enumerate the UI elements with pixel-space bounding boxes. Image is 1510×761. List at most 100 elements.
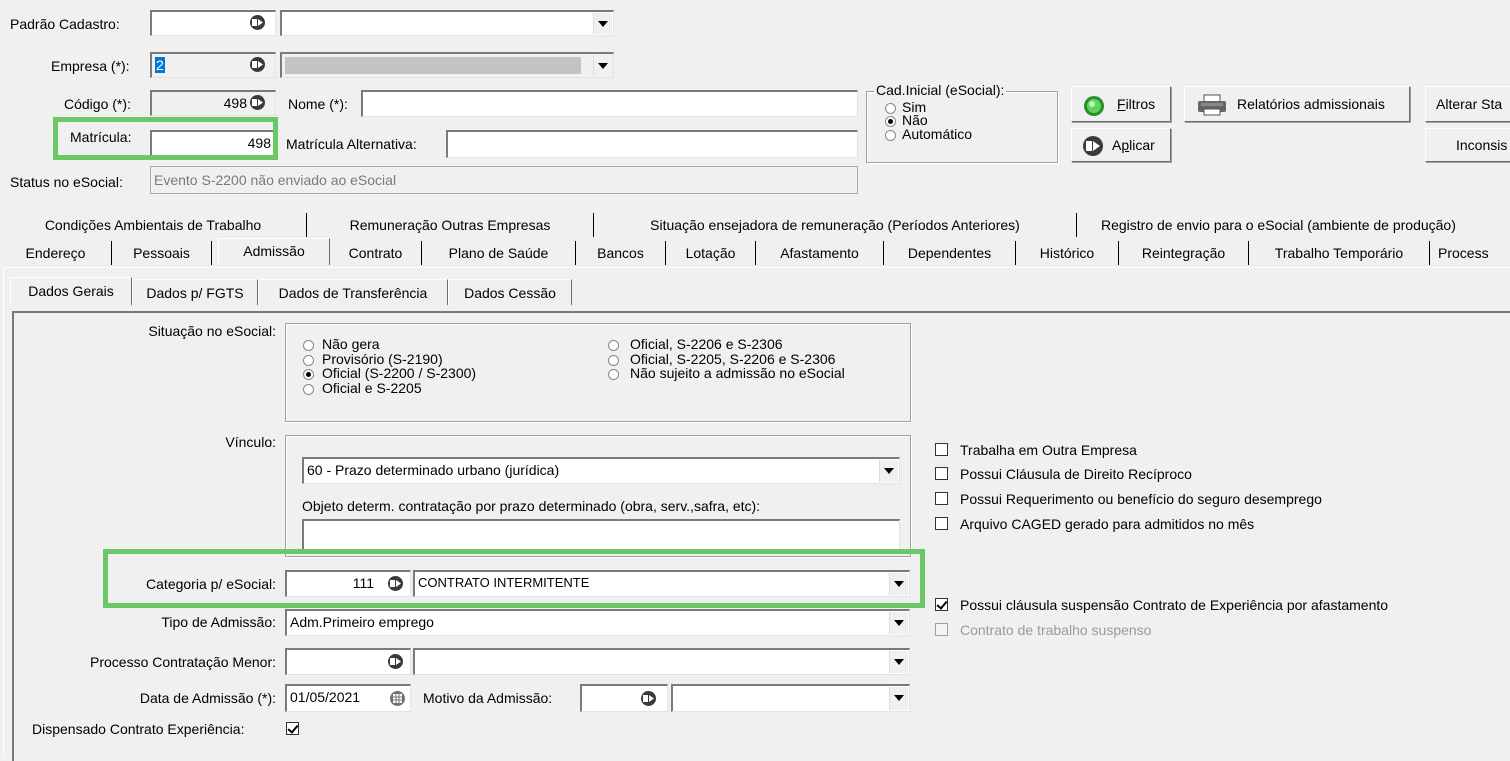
processo-menor-label: Processo Contratação Menor: [90, 654, 276, 670]
tab-contrato[interactable]: Contrato [330, 241, 422, 265]
dispensado-label: Dispensado Contrato Experiência: [32, 721, 245, 737]
processo-menor-lookup-icon[interactable] [387, 653, 404, 670]
empresa-name-select[interactable] [280, 52, 614, 78]
situacao-nao-gera-radio[interactable] [303, 340, 314, 351]
categoria-highlight-box [103, 549, 925, 608]
situacao-oficial-s2205-radio[interactable] [303, 384, 314, 395]
chevron-down-icon[interactable] [889, 612, 908, 634]
contrato-suspenso-checkbox [935, 623, 948, 636]
seguro-desemprego-checkbox[interactable] [935, 492, 948, 505]
cad-inicial-title: Cad.Inicial (eSocial): [874, 82, 1007, 98]
chevron-down-icon[interactable] [593, 55, 612, 76]
filtros-mnemonic: F [1117, 96, 1126, 112]
arquivo-caged-checkbox[interactable] [935, 517, 948, 530]
situacao-s2206-label: Oficial, S-2206 e S-2306 [630, 336, 783, 352]
tab-situacao-ensejadora[interactable]: Situação ensejadora de remuneração (Perí… [594, 213, 1077, 237]
tab-reintegracao[interactable]: Reintegração [1119, 241, 1249, 265]
situacao-nao-sujeito-radio[interactable] [608, 369, 619, 380]
clausula-suspensao-label: Possui cláusula suspensão Contrato de Ex… [960, 597, 1389, 613]
tab-dependentes[interactable]: Dependentes [884, 241, 1016, 265]
motivo-admissao-label: Motivo da Admissão: [423, 690, 553, 706]
clausula-suspensao-checkbox[interactable] [935, 598, 948, 611]
cad-inicial-nao-radio[interactable] [885, 116, 896, 127]
tab-lotacao[interactable]: Lotação [666, 241, 756, 265]
situacao-nao-sujeito-label: Não sujeito a admissão no eSocial [630, 365, 845, 381]
subtab-dados-fgts[interactable]: Dados p/ FGTS [132, 279, 258, 305]
subtab-dados-cessao[interactable]: Dados Cessão [448, 279, 572, 305]
tab-row-1: Condições Ambientais de Trabalho Remuner… [0, 213, 1510, 237]
tab-row-2: Endereço Pessoais Admissão Contrato Plan… [0, 238, 1510, 265]
padrao-cadastro-label: Padrão Cadastro: [10, 16, 120, 32]
calendar-icon[interactable] [389, 690, 406, 707]
tipo-admissao-value: Adm.Primeiro emprego [290, 614, 434, 630]
filtros-button[interactable]: Filtros [1071, 86, 1171, 122]
inconsistencias-button[interactable]: Inconsis [1425, 128, 1510, 162]
situacao-oficial-radio[interactable] [303, 369, 314, 380]
clausula-direito-reciproco-checkbox[interactable] [935, 467, 948, 480]
cad-inicial-automatico-radio[interactable] [885, 130, 896, 141]
codigo-label: Código (*): [64, 96, 131, 112]
matricula-highlight-box [53, 117, 278, 160]
tab-registro-envio[interactable]: Registro de envio para o eSocial (ambien… [1077, 213, 1510, 237]
situacao-s2206-radio[interactable] [608, 340, 619, 351]
dispensado-checkbox[interactable] [286, 722, 299, 735]
subtab-dados-transferencia[interactable]: Dados de Transferência [258, 279, 448, 305]
situacao-s2205-s2206-radio[interactable] [608, 355, 619, 366]
tab-afastamento[interactable]: Afastamento [756, 241, 884, 265]
tab-historico[interactable]: Histórico [1016, 241, 1119, 265]
tab-remuneracao-outras-empresas[interactable]: Remuneração Outras Empresas [307, 213, 594, 237]
processo-menor-select[interactable] [413, 648, 910, 675]
green-circle-icon [1084, 96, 1104, 116]
situacao-nao-gera-label: Não gera [322, 336, 380, 352]
objeto-determ-input[interactable] [302, 519, 900, 553]
trabalha-outra-empresa-label: Trabalha em Outra Empresa [960, 442, 1137, 458]
matricula-alt-input[interactable] [446, 130, 858, 158]
chevron-down-icon[interactable] [593, 13, 612, 34]
tab-processos[interactable]: Process [1430, 241, 1510, 265]
tab-condicoes-ambientais[interactable]: Condições Ambientais de Trabalho [0, 213, 307, 237]
situacao-oficial-label: Oficial (S-2200 / S-2300) [322, 365, 477, 381]
tab-admissao[interactable]: Admissão [218, 238, 330, 265]
cad-inicial-automatico-label: Automático [902, 126, 973, 142]
tab-endereco[interactable]: Endereço [0, 241, 112, 265]
subtab-dados-gerais[interactable]: Dados Gerais [10, 277, 132, 305]
clausula-direito-reciproco-label: Possui Cláusula de Direito Recíproco [960, 466, 1192, 482]
situacao-oficial-s2205-label: Oficial e S-2205 [322, 380, 422, 396]
tab-trabalho-temporario[interactable]: Trabalho Temporário [1249, 241, 1430, 265]
tab-bancos[interactable]: Bancos [576, 241, 666, 265]
aplicar-button[interactable]: Aplicar [1071, 128, 1171, 162]
tipo-admissao-label: Tipo de Admissão: [161, 614, 276, 630]
chevron-down-icon[interactable] [889, 687, 908, 710]
aplicar-mnemonic: p [1121, 137, 1130, 153]
motivo-lookup-icon[interactable] [640, 690, 657, 707]
empresa-name-value [285, 57, 581, 74]
status-esocial-field: Evento S-2200 não enviado ao eSocial [150, 166, 858, 194]
padrao-cadastro-lookup-icon[interactable] [249, 14, 266, 31]
seguro-desemprego-label: Possui Requerimento ou benefício do segu… [960, 491, 1322, 507]
nome-label: Nome (*): [288, 96, 348, 112]
alterar-status-button[interactable]: Alterar Sta [1425, 86, 1510, 122]
situacao-provisorio-radio[interactable] [303, 355, 314, 366]
matricula-alt-label: Matrícula Alternativa: [286, 136, 417, 152]
chevron-down-icon[interactable] [889, 651, 908, 673]
chevron-down-icon[interactable] [879, 460, 898, 482]
aplicar-label-rest: licar [1129, 137, 1155, 153]
trabalha-outra-empresa-checkbox[interactable] [935, 443, 948, 456]
nome-input[interactable] [361, 90, 858, 117]
alterar-label: Alterar Sta [1436, 96, 1503, 112]
subtab-row: Dados Gerais Dados p/ FGTS Dados de Tran… [10, 277, 1510, 305]
empresa-lookup-icon[interactable] [249, 56, 266, 73]
relatorios-admissionais-button[interactable]: Relatórios admissionais [1184, 86, 1410, 122]
codigo-lookup-icon[interactable] [249, 94, 266, 111]
vinculo-select[interactable]: 60 - Prazo determinado urbano (jurídica) [302, 457, 900, 484]
contrato-suspenso-label: Contrato de trabalho suspenso [960, 622, 1152, 638]
motivo-select[interactable] [671, 684, 910, 712]
tab-plano-de-saude[interactable]: Plano de Saúde [422, 241, 576, 265]
cad-inicial-sim-radio[interactable] [885, 103, 896, 114]
tab-pessoais[interactable]: Pessoais [112, 241, 212, 265]
vinculo-select-value: 60 - Prazo determinado urbano (jurídica) [307, 462, 560, 478]
tipo-admissao-select[interactable]: Adm.Primeiro emprego [285, 609, 910, 636]
padrao-cadastro-select[interactable] [280, 10, 614, 36]
filtros-label: iltros [1125, 96, 1156, 112]
relatorios-label: Relatórios admissionais [1237, 96, 1385, 112]
